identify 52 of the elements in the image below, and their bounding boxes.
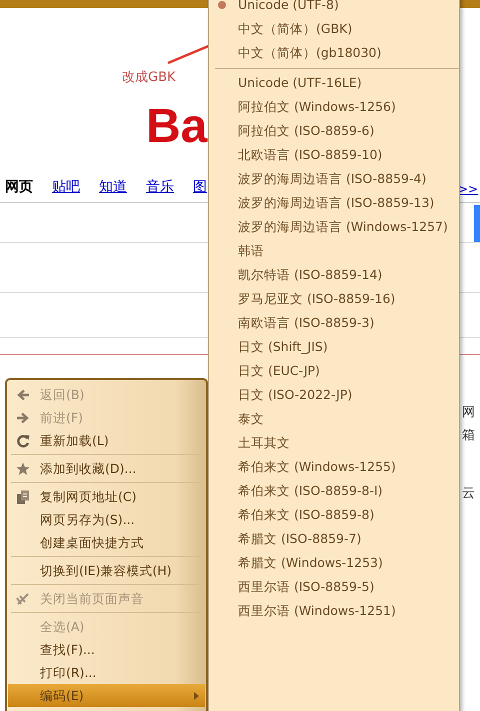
annotation-text: 改成GBK — [122, 69, 176, 87]
back-arrow-icon — [16, 388, 30, 402]
menu-item[interactable]: 日文 (ISO-2022-JP) — [209, 383, 459, 407]
menu-item[interactable]: 复制网页地址(C) — [8, 485, 205, 508]
menu-item[interactable]: 西里尔语 (Windows-1251) — [209, 599, 459, 623]
menu-item[interactable]: 编码(E) — [8, 684, 205, 707]
forward-arrow-icon — [16, 411, 30, 425]
menu-item[interactable]: 切换到(IE)兼容模式(H) — [8, 559, 205, 582]
document-copy-icon — [16, 490, 30, 504]
page-text: 网 — [462, 404, 475, 422]
menu-item[interactable]: 希腊文 (Windows-1253) — [209, 551, 459, 575]
submenu-arrow-icon — [194, 692, 199, 700]
menu-item[interactable]: 阿拉伯文 (ISO-8859-6) — [209, 119, 459, 143]
more-link[interactable]: >> — [458, 180, 478, 198]
menu-item[interactable]: 添加到收藏(D)... — [8, 457, 205, 480]
page-text: 云 — [462, 485, 475, 503]
menu-item[interactable]: 日文 (Shift_JIS) — [209, 335, 459, 359]
reload-icon — [16, 434, 30, 448]
menu-item[interactable]: 中文（简体）(GBK) — [209, 17, 459, 41]
menu-item[interactable]: 日文 (EUC-JP) — [209, 359, 459, 383]
menu-item[interactable]: 西里尔语 (ISO-8859-5) — [209, 575, 459, 599]
menu-item[interactable]: 韩语 — [209, 239, 459, 263]
nav-tab[interactable]: 贴吧 — [52, 177, 99, 202]
menu-item[interactable]: 希伯来文 (Windows-1255) — [209, 455, 459, 479]
menu-item[interactable]: 罗马尼亚文 (ISO-8859-16) — [209, 287, 459, 311]
menu-item[interactable]: 波罗的海周边语言 (Windows-1257) — [209, 215, 459, 239]
menu-item[interactable]: 希伯来文 (ISO-8859-8-I) — [209, 479, 459, 503]
menu-item[interactable]: 打印(R)... — [8, 661, 205, 684]
nav-tab[interactable]: 知道 — [99, 177, 146, 202]
menu-item[interactable]: 创建桌面快捷方式 — [8, 531, 205, 554]
menu-item[interactable]: 波罗的海周边语言 (ISO-8859-13) — [209, 191, 459, 215]
menu-item[interactable]: 查找(F)... — [8, 638, 205, 661]
star-icon — [16, 462, 30, 476]
menu-item[interactable]: 希腊文 (ISO-8859-7) — [209, 527, 459, 551]
side-button[interactable] — [474, 205, 480, 242]
menu-item[interactable]: Unicode (UTF-16LE) — [209, 71, 459, 95]
menu-item[interactable]: 中文（简体）(gb18030) — [209, 41, 459, 65]
menu-item[interactable]: 凯尔特语 (ISO-8859-14) — [209, 263, 459, 287]
menu-item[interactable]: 北欧语言 (ISO-8859-10) — [209, 143, 459, 167]
menu-item[interactable]: 南欧语言 (ISO-8859-3) — [209, 311, 459, 335]
nav-tab[interactable]: 音乐 — [146, 177, 193, 202]
slashed-speaker-icon — [16, 592, 30, 606]
menu-item[interactable]: 希伯来文 (ISO-8859-8) — [209, 503, 459, 527]
menu-item[interactable]: 重新加载(L) — [8, 429, 205, 452]
menu-item[interactable]: 阿拉伯文 (Windows-1256) — [209, 95, 459, 119]
nav-tab[interactable]: 网页 — [5, 177, 52, 202]
menu-item[interactable]: 波罗的海周边语言 (ISO-8859-4) — [209, 167, 459, 191]
menu-item[interactable]: 网页另存为(S)... — [8, 508, 205, 531]
logo-text: Ba — [146, 103, 208, 151]
menu-item[interactable]: 土耳其文 — [209, 431, 459, 455]
menu-item[interactable]: 泰文 — [209, 407, 459, 431]
page-text: 箱 — [462, 427, 475, 445]
